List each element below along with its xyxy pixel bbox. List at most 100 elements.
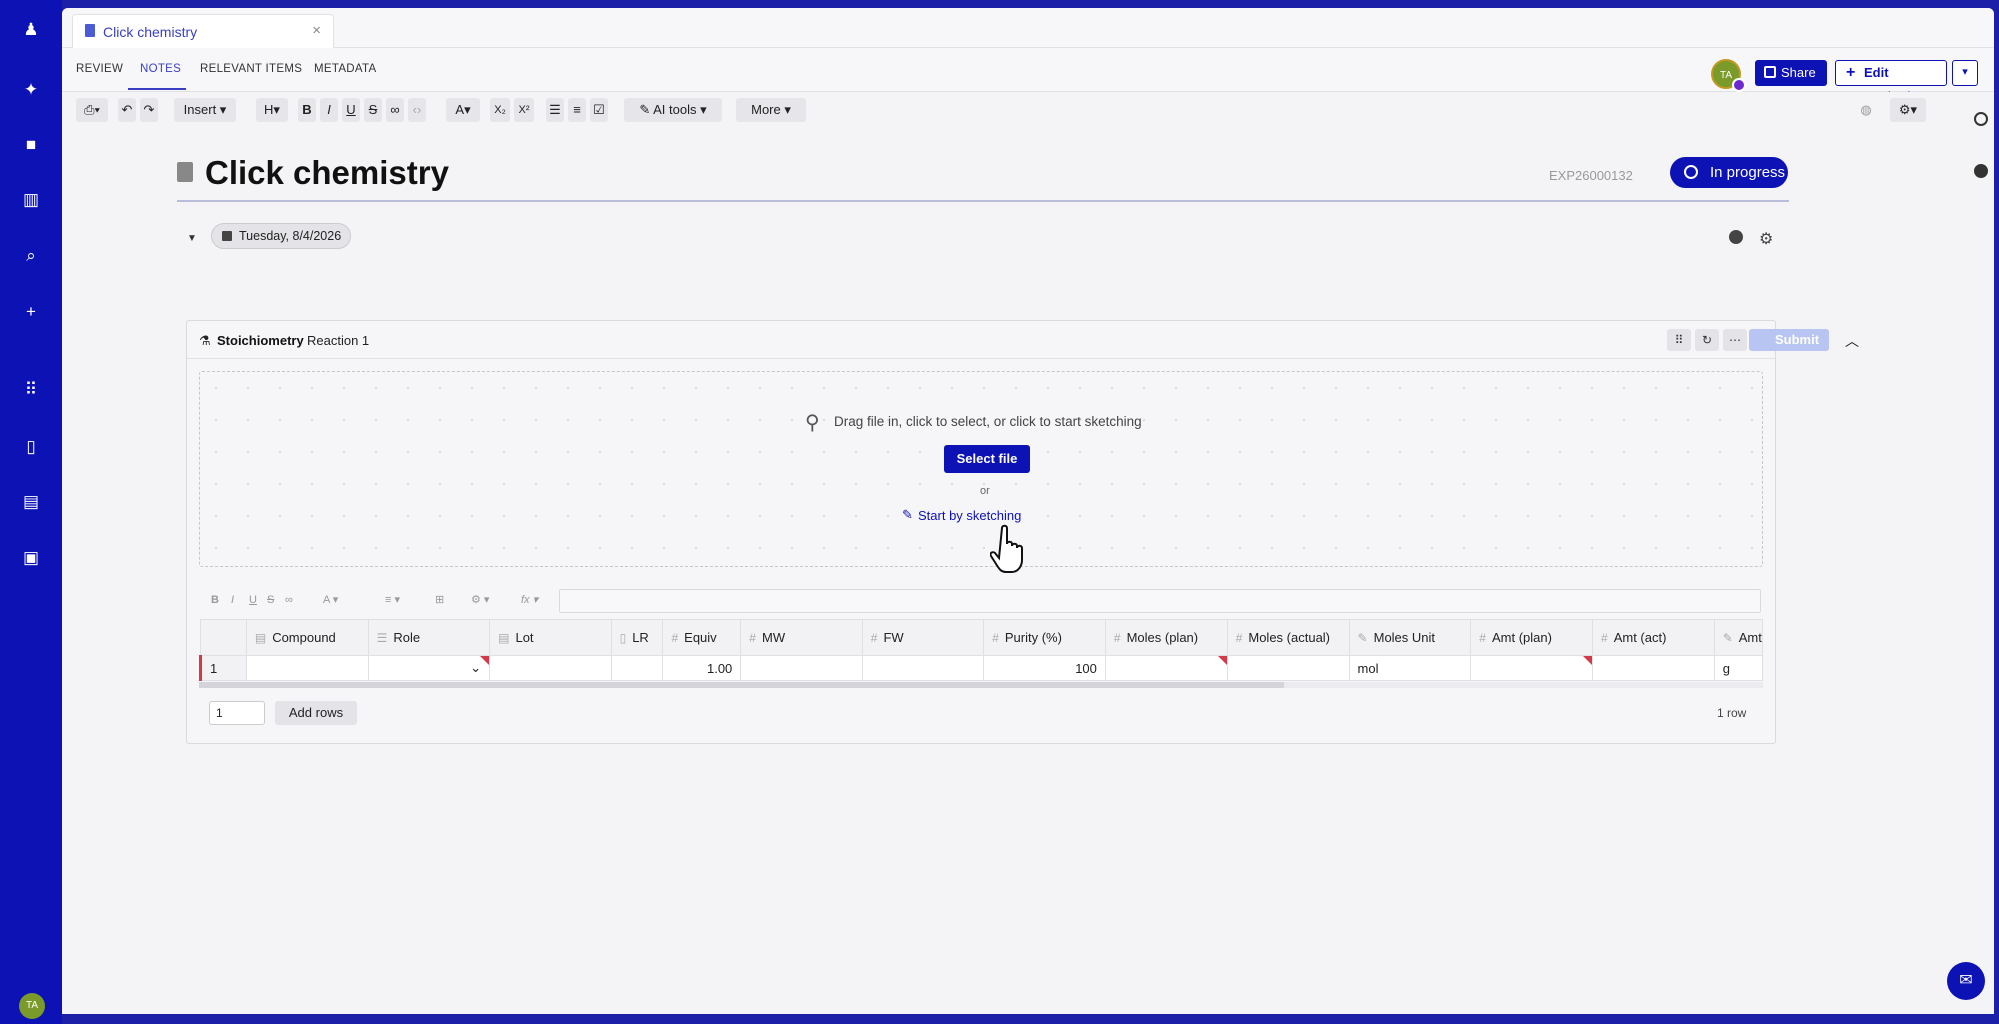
apps-icon[interactable]: ⠿	[19, 378, 43, 402]
info-icon[interactable]	[1974, 164, 1988, 178]
document-tab[interactable]: Click chemistry ×	[72, 14, 334, 48]
mw-cell[interactable]	[740, 655, 863, 681]
column-header[interactable]: # Amt (plan)	[1470, 619, 1594, 656]
tab-review[interactable]: REVIEW	[76, 63, 123, 75]
status-button[interactable]: In progress	[1670, 157, 1788, 188]
moles-unit-cell[interactable]: mol	[1348, 655, 1472, 681]
subscript-button[interactable]: X₂	[490, 98, 510, 122]
formula-input[interactable]	[559, 589, 1761, 613]
grid-strike-button[interactable]: S	[267, 591, 274, 609]
close-icon[interactable]: ×	[312, 22, 321, 39]
settings-menu[interactable]: ⚙▾	[1890, 98, 1926, 122]
underline-button[interactable]: U	[342, 98, 360, 122]
select-file-button[interactable]: Select file	[944, 445, 1030, 473]
column-header[interactable]: ▯ LR	[610, 619, 664, 656]
row-count-input[interactable]: 1	[209, 701, 265, 725]
fw-cell[interactable]	[861, 655, 985, 681]
tab-metadata[interactable]: METADATA	[314, 63, 376, 75]
gear-icon[interactable]: ⚙	[1759, 229, 1773, 249]
superscript-button[interactable]: X²	[514, 98, 534, 122]
column-header[interactable]: # Moles (actual)	[1226, 619, 1350, 656]
moles-actual-cell[interactable]	[1226, 655, 1350, 681]
column-header[interactable]: ▤ Lot	[489, 619, 612, 656]
column-header[interactable]: # Moles (plan)	[1104, 619, 1228, 656]
lot-cell[interactable]	[489, 655, 612, 681]
column-header[interactable]: ✎ Amt	[1713, 619, 1764, 656]
briefcase-icon[interactable]: ■	[19, 133, 43, 157]
bullet-list-icon[interactable]: ☰	[546, 98, 564, 122]
chart-icon[interactable]: ▤	[19, 490, 43, 514]
column-header[interactable]: # Purity (%)	[983, 619, 1106, 656]
bold-button[interactable]: B	[298, 98, 316, 122]
more-menu[interactable]: More ▾	[736, 98, 806, 122]
add-rows-button[interactable]: Add rows	[275, 701, 357, 725]
column-header[interactable]: ▤ Compound	[245, 619, 369, 656]
collapse-caret-icon[interactable]: ▼	[187, 233, 197, 244]
ai-tools-menu[interactable]: ✎ AI tools ▾	[624, 98, 722, 122]
moles-plan-cell[interactable]	[1104, 655, 1228, 681]
plus-icon[interactable]: +	[19, 300, 43, 324]
tab-notes[interactable]: NOTES	[140, 63, 181, 75]
redo-button[interactable]: ↷	[140, 98, 158, 122]
strikethrough-button[interactable]: S	[364, 98, 382, 122]
globe-icon[interactable]: ◍	[1856, 98, 1876, 122]
tab-relevant-items[interactable]: RELEVANT ITEMS	[200, 63, 302, 75]
sidebar-avatar[interactable]: TA	[19, 993, 45, 1019]
grid-bold-button[interactable]: B	[211, 591, 219, 609]
horizontal-scrollbar[interactable]	[199, 682, 1763, 688]
date-chip[interactable]: Tuesday, 8/4/2026	[211, 223, 351, 249]
grid-italic-button[interactable]: I	[231, 591, 234, 609]
start-sketching-link[interactable]: Start by sketching	[918, 508, 1021, 523]
chat-icon[interactable]: ✉	[1947, 962, 1985, 1000]
more-options-icon[interactable]: ⋯	[1723, 329, 1747, 351]
amt-act-cell[interactable]	[1592, 655, 1715, 681]
checklist-icon[interactable]: ☑	[590, 98, 608, 122]
amt-plan-cell[interactable]	[1470, 655, 1594, 681]
column-header[interactable]: # Equiv	[662, 619, 742, 656]
grid-font-color-menu[interactable]: A ▾	[323, 591, 338, 609]
submit-button[interactable]: Submit	[1749, 329, 1829, 351]
share-button[interactable]: Share	[1755, 60, 1827, 86]
amt-unit-cell[interactable]: g	[1713, 655, 1764, 681]
collapse-card-icon[interactable]: ︿	[1845, 331, 1859, 351]
column-header[interactable]: # MW	[740, 619, 863, 656]
row-number[interactable]: 1	[199, 655, 247, 681]
formula-icon[interactable]: fx ▾	[521, 591, 538, 609]
refresh-icon[interactable]: ↻	[1695, 329, 1719, 351]
palette-icon[interactable]	[1729, 230, 1743, 244]
folder-icon[interactable]: ▣	[19, 546, 43, 570]
chevron-down-icon[interactable]: ⌄	[470, 660, 481, 675]
grid-settings-menu[interactable]: ⚙ ▾	[471, 591, 489, 609]
font-color-menu[interactable]: A▾	[446, 98, 480, 122]
column-header[interactable]: ☰ Role	[367, 619, 491, 656]
italic-button[interactable]: I	[320, 98, 338, 122]
logo-icon[interactable]: ♟	[19, 18, 43, 42]
numbered-list-icon[interactable]: ≡	[568, 98, 586, 122]
heading-menu[interactable]: H▾	[256, 98, 288, 122]
code-icon[interactable]: ‹›	[408, 98, 426, 122]
compound-cell[interactable]	[245, 655, 369, 681]
edit-contents-button[interactable]: + Edit contents	[1835, 60, 1947, 103]
insert-menu[interactable]: Insert ▾	[174, 98, 236, 122]
column-header[interactable]: # Amt (act)	[1592, 619, 1715, 656]
search-icon[interactable]: ⌕	[19, 244, 43, 268]
scrollbar-thumb[interactable]	[199, 682, 1284, 688]
notebook-icon[interactable]: ▯	[19, 435, 43, 459]
grid-link-icon[interactable]: ∞	[285, 591, 293, 609]
column-header[interactable]: # FW	[861, 619, 985, 656]
file-dropzone[interactable]: ⚲ Drag file in, click to select, or clic…	[199, 371, 1763, 573]
purity-cell[interactable]: 100	[983, 655, 1106, 681]
sparkle-icon[interactable]: ✦	[19, 78, 43, 102]
history-icon[interactable]	[1974, 112, 1988, 126]
equiv-cell[interactable]: 1.00	[662, 655, 742, 681]
grid-view-icon[interactable]: ⠿	[1667, 329, 1691, 351]
edit-contents-dropdown[interactable]: ▾	[1952, 60, 1978, 86]
link-icon[interactable]: ∞	[386, 98, 404, 122]
grid-underline-button[interactable]: U	[249, 591, 257, 609]
page-title[interactable]: Click chemistry	[205, 154, 449, 192]
role-cell[interactable]: ⌄	[367, 655, 491, 681]
grid-borders-icon[interactable]: ⊞	[435, 591, 444, 609]
column-header[interactable]: ✎ Moles Unit	[1348, 619, 1472, 656]
print-button[interactable]: ⎙▾	[76, 98, 108, 122]
undo-button[interactable]: ↶	[118, 98, 136, 122]
